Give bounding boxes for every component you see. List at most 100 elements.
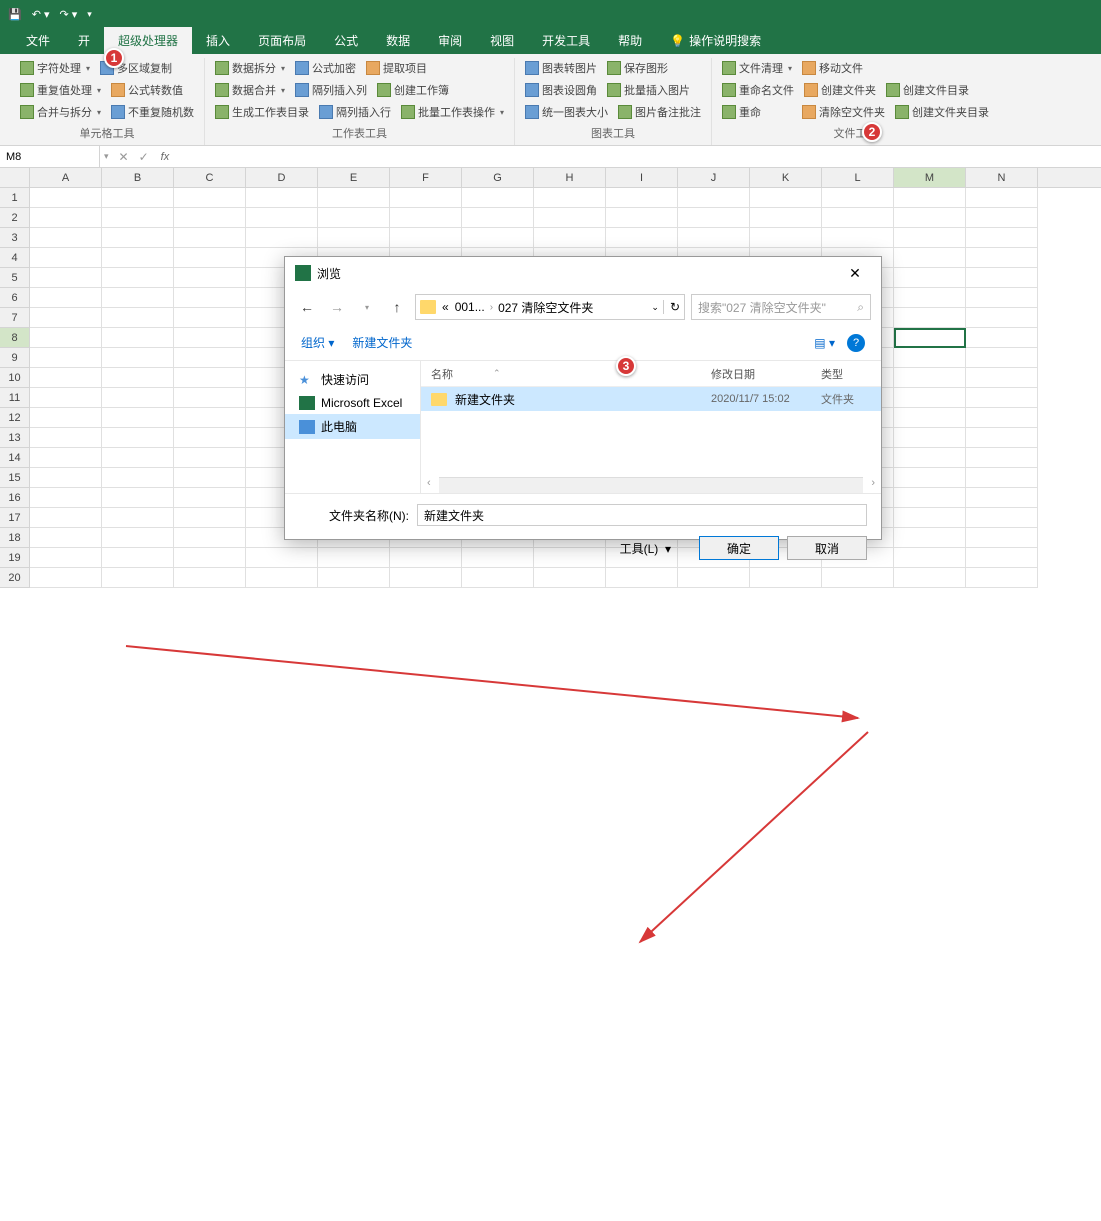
cell[interactable] xyxy=(966,208,1038,228)
row-5[interactable]: 5 xyxy=(0,268,30,288)
cell[interactable] xyxy=(966,188,1038,208)
help-icon[interactable]: ? xyxy=(847,334,865,352)
cell[interactable] xyxy=(390,568,462,588)
btn-data-merge[interactable]: 数据合并▾ xyxy=(211,80,289,100)
btn-alt-ins-row[interactable]: 隔列插入列 xyxy=(291,80,371,100)
cell[interactable] xyxy=(534,568,606,588)
cell[interactable] xyxy=(30,228,102,248)
row-10[interactable]: 10 xyxy=(0,368,30,388)
btn-merge-split[interactable]: 合并与拆分▾ xyxy=(16,102,105,122)
cell[interactable] xyxy=(894,208,966,228)
cell[interactable] xyxy=(174,208,246,228)
cell[interactable] xyxy=(174,188,246,208)
cell[interactable] xyxy=(174,488,246,508)
cell[interactable] xyxy=(750,188,822,208)
btn-alt-ins-col[interactable]: 隔列插入行 xyxy=(315,102,395,122)
btn-dup-proc[interactable]: 重复值处理▾ xyxy=(16,80,105,100)
cell[interactable] xyxy=(894,548,966,568)
tab-view[interactable]: 视图 xyxy=(476,27,528,54)
cell[interactable] xyxy=(30,368,102,388)
cell[interactable] xyxy=(750,568,822,588)
save-icon[interactable]: 💾 xyxy=(8,8,22,21)
cell[interactable] xyxy=(894,508,966,528)
file-row[interactable]: 新建文件夹 2020/11/7 15:02 文件夹 xyxy=(421,387,881,411)
cell[interactable] xyxy=(894,448,966,468)
cell[interactable] xyxy=(894,188,966,208)
btn-move[interactable]: 移动文件 xyxy=(798,58,867,78)
cell[interactable] xyxy=(750,228,822,248)
cell[interactable] xyxy=(30,528,102,548)
btn-batch-ins-pic[interactable]: 批量插入图片 xyxy=(603,80,694,100)
col-type[interactable]: 类型 xyxy=(821,366,871,382)
cell[interactable] xyxy=(894,288,966,308)
cell[interactable] xyxy=(894,388,966,408)
cell[interactable] xyxy=(966,548,1038,568)
row-3[interactable]: 3 xyxy=(0,228,30,248)
col-B[interactable]: B xyxy=(102,168,174,187)
cell[interactable] xyxy=(606,188,678,208)
row-11[interactable]: 11 xyxy=(0,388,30,408)
cell[interactable] xyxy=(966,368,1038,388)
new-folder-button[interactable]: 新建文件夹 xyxy=(352,334,412,351)
organize-menu[interactable]: 组织 ▾ xyxy=(301,334,334,351)
cell[interactable] xyxy=(30,308,102,328)
cancel-button[interactable]: 取消 xyxy=(787,536,867,560)
cell[interactable] xyxy=(678,188,750,208)
cell[interactable] xyxy=(102,228,174,248)
cell[interactable] xyxy=(174,528,246,548)
row-4[interactable]: 4 xyxy=(0,248,30,268)
cell[interactable] xyxy=(30,488,102,508)
cell[interactable] xyxy=(534,208,606,228)
cell[interactable] xyxy=(822,208,894,228)
cell[interactable] xyxy=(102,368,174,388)
cell[interactable] xyxy=(534,228,606,248)
btn-batch-ws[interactable]: 批量工作表操作▾ xyxy=(397,102,508,122)
cell[interactable] xyxy=(318,568,390,588)
cell[interactable] xyxy=(174,448,246,468)
btn-save-fig[interactable]: 保存图形 xyxy=(603,58,672,78)
name-box[interactable]: M8 xyxy=(0,146,100,167)
cell[interactable] xyxy=(678,568,750,588)
cell[interactable] xyxy=(30,208,102,228)
search-input[interactable]: 搜索"027 清除空文件夹" ⌕ xyxy=(691,294,871,320)
cell[interactable] xyxy=(174,368,246,388)
cell[interactable] xyxy=(102,508,174,528)
btn-char-proc[interactable]: 字符处理▾ xyxy=(16,58,94,78)
tell-me[interactable]: 💡操作说明搜索 xyxy=(656,27,775,54)
cell[interactable] xyxy=(174,568,246,588)
cell[interactable] xyxy=(174,428,246,448)
tab-formula[interactable]: 公式 xyxy=(320,27,372,54)
cell[interactable] xyxy=(894,488,966,508)
col-name[interactable]: 名称⌃ xyxy=(431,366,711,382)
nav-up-icon[interactable]: ▾ xyxy=(355,295,379,319)
cell[interactable] xyxy=(606,228,678,248)
tab-insert[interactable]: 插入 xyxy=(192,27,244,54)
redo-icon[interactable]: ↷ ▾ xyxy=(60,8,78,21)
tab-data[interactable]: 数据 xyxy=(372,27,424,54)
cell[interactable] xyxy=(102,308,174,328)
cell[interactable] xyxy=(30,188,102,208)
cell[interactable] xyxy=(174,388,246,408)
row-19[interactable]: 19 xyxy=(0,548,30,568)
cell[interactable] xyxy=(102,268,174,288)
cell[interactable] xyxy=(30,268,102,288)
cell[interactable] xyxy=(102,468,174,488)
cell[interactable] xyxy=(390,188,462,208)
btn-create-folder-dir[interactable]: 创建文件夹目录 xyxy=(891,102,993,122)
cell[interactable] xyxy=(894,468,966,488)
btn-create-wb[interactable]: 创建工作簿 xyxy=(373,80,453,100)
cell[interactable] xyxy=(822,188,894,208)
cell[interactable] xyxy=(894,408,966,428)
col-date[interactable]: 修改日期 xyxy=(711,366,821,382)
cell[interactable] xyxy=(966,388,1038,408)
row-7[interactable]: 7 xyxy=(0,308,30,328)
col-L[interactable]: L xyxy=(822,168,894,187)
address-bar[interactable]: « 001... › 027 清除空文件夹 ⌄↻ xyxy=(415,294,685,320)
close-icon[interactable]: ✕ xyxy=(839,259,871,287)
cell[interactable] xyxy=(894,428,966,448)
cell[interactable] xyxy=(966,268,1038,288)
row-6[interactable]: 6 xyxy=(0,288,30,308)
cell[interactable] xyxy=(30,248,102,268)
view-options-icon[interactable]: ▤ ▾ xyxy=(814,336,835,350)
cell[interactable] xyxy=(318,188,390,208)
